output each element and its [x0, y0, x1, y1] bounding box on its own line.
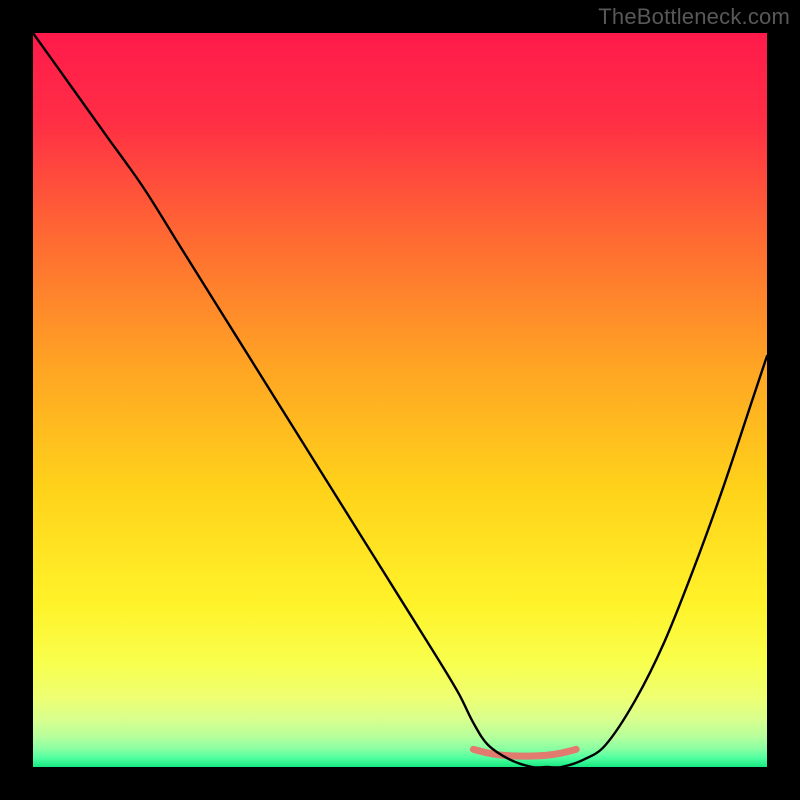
plot-area	[33, 33, 767, 767]
chart-frame: TheBottleneck.com	[0, 0, 800, 800]
watermark-text: TheBottleneck.com	[598, 4, 790, 30]
curve-layer	[33, 33, 767, 767]
bottleneck-curve-path	[33, 33, 767, 767]
optimum-flat-marker	[473, 749, 576, 756]
